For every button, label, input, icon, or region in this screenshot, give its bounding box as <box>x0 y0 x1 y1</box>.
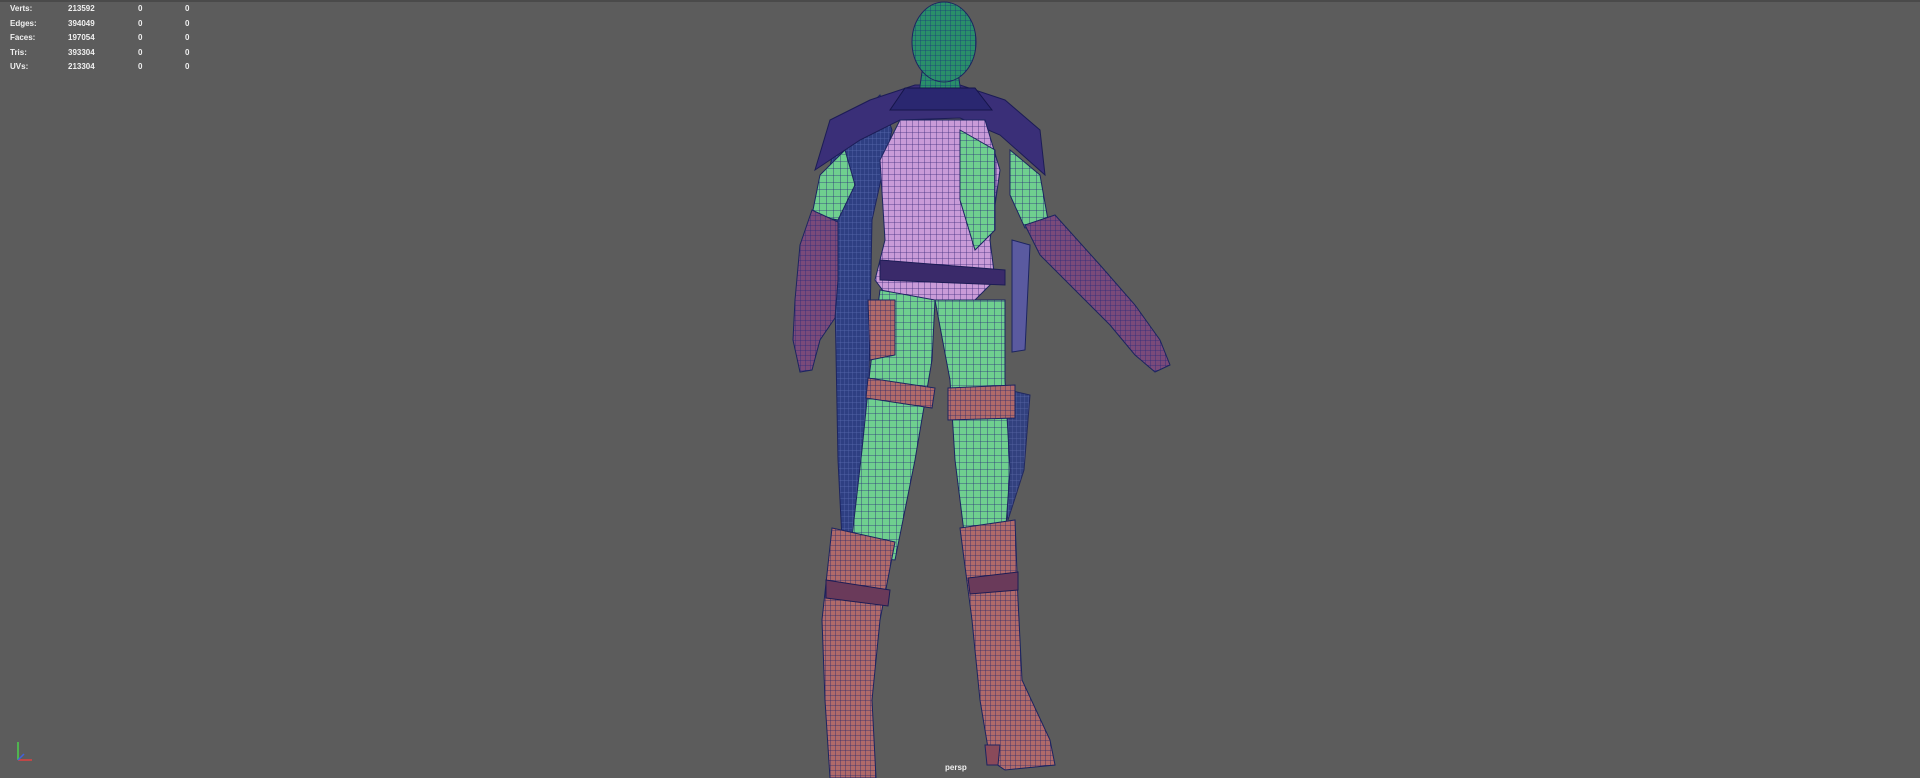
xyz-axis-icon <box>17 742 32 761</box>
left-boot <box>821 527 896 778</box>
left-hip-pouch <box>867 299 896 361</box>
right-boot-heel <box>984 744 1001 766</box>
right-boot <box>959 519 1056 771</box>
holster <box>1011 239 1031 353</box>
camera-label: persp <box>945 763 967 772</box>
left-glove <box>792 209 839 373</box>
head <box>911 1 977 83</box>
collar <box>889 87 994 111</box>
right-leg <box>934 299 1011 541</box>
right-thigh-strap <box>947 384 1016 421</box>
character-wireframe-model[interactable] <box>0 0 1920 778</box>
right-glove <box>1024 214 1171 373</box>
3d-viewport[interactable]: Verts: 213592 0 0 Edges: 394049 0 0 Face… <box>0 0 1920 778</box>
